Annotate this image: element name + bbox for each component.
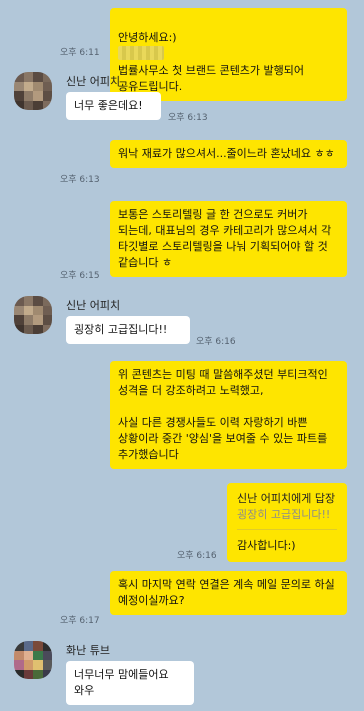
message-bubble-incoming[interactable]: 너무 좋은데요!	[66, 92, 161, 120]
message-bubble-outgoing[interactable]: 혹시 마지막 연락 연결은 계속 메일 문의로 하실 예정이실까요?	[110, 571, 347, 615]
message-timestamp: 오후 6:11	[60, 48, 100, 58]
reply-message-bubble[interactable]: 신난 어피치에게 답장 굉장히 고급집니다!! 감사합니다:)	[227, 483, 347, 562]
redacted-text	[118, 46, 164, 60]
message-text: 법률사무소 첫 브랜드 콘텐츠가 발행되어 공유드립니다.	[118, 64, 305, 93]
reply-target-label: 신난 어피치에게 답장	[237, 492, 336, 505]
avatar[interactable]	[14, 296, 52, 334]
sender-name: 화난 튜브	[66, 644, 110, 657]
message-timestamp: 오후 6:17	[60, 616, 100, 626]
message-bubble-outgoing[interactable]: 보통은 스토리텔링 글 한 건으로도 커버가 되는데, 대표님의 경우 카테고리…	[110, 201, 347, 277]
avatar[interactable]	[14, 72, 52, 110]
reply-quoted-text[interactable]: 굉장히 고급집니다!!	[237, 507, 337, 523]
message-text: 감사합니다:)	[237, 539, 296, 552]
message-timestamp: 오후 6:16	[196, 337, 236, 347]
message-bubble-incoming[interactable]: 굉장히 고급집니다!!	[66, 316, 190, 344]
message-bubble-outgoing[interactable]: 워낙 재료가 많으셔서...줄이느라 혼났네요 ㅎㅎ	[110, 140, 347, 168]
message-timestamp: 오후 6:15	[60, 271, 100, 281]
avatar[interactable]	[14, 641, 52, 679]
message-timestamp: 오후 6:16	[177, 551, 217, 561]
message-bubble-outgoing[interactable]: 위 콘텐츠는 미팅 때 말씀해주셨던 부티크적인 성격을 더 강조하려고 노력했…	[110, 361, 347, 469]
sender-name: 신난 어피치	[66, 75, 121, 88]
message-timestamp: 오후 6:13	[60, 175, 100, 185]
reply-divider	[237, 529, 337, 530]
message-timestamp: 오후 6:13	[168, 113, 208, 123]
message-text: 안녕하세요:)	[118, 31, 177, 44]
sender-name: 신난 어피치	[66, 299, 121, 312]
message-bubble-outgoing[interactable]: 안녕하세요:) 법률사무소 첫 브랜드 콘텐츠가 발행되어 공유드립니다.	[110, 8, 347, 101]
message-bubble-incoming[interactable]: 너무너무 맘에들어요 와우	[66, 661, 194, 705]
